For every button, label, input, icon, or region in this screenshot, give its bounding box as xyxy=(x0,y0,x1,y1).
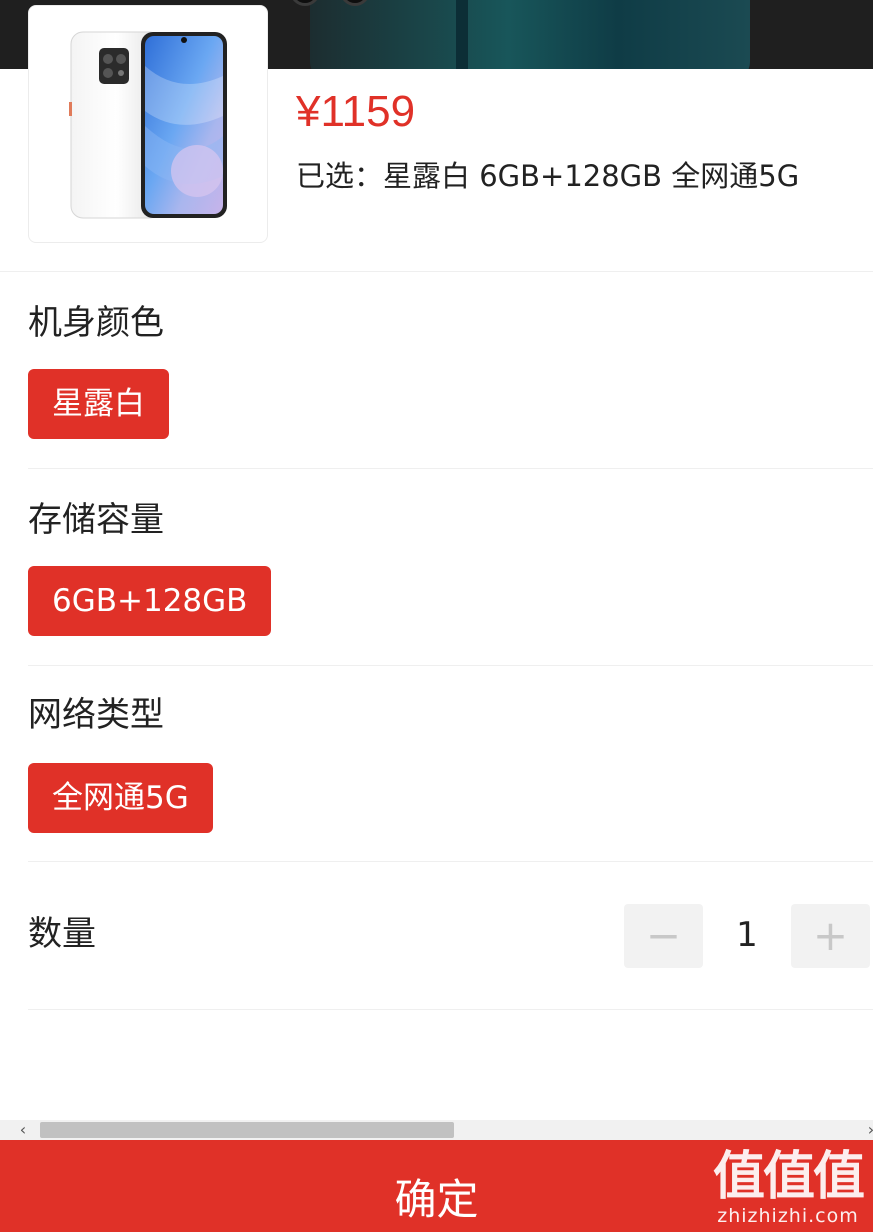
option-network-selected[interactable]: 全网通5G xyxy=(28,763,213,833)
divider xyxy=(28,468,873,469)
phone-image xyxy=(69,31,227,219)
scroll-left-icon[interactable]: ‹ xyxy=(14,1120,32,1140)
watermark: 值值值 zhizhizhi.com xyxy=(712,1147,865,1228)
background-divider xyxy=(456,0,468,69)
divider xyxy=(28,665,873,666)
selected-spec-summary: 已选：星露白 6GB+128GB 全网通5G xyxy=(296,159,800,193)
horizontal-scrollbar[interactable]: ‹ › xyxy=(0,1120,873,1140)
watermark-domain: zhizhizhi.com xyxy=(717,1205,859,1227)
divider xyxy=(0,271,873,272)
spec-title-storage: 存储容量 xyxy=(28,500,164,540)
divider xyxy=(28,861,873,862)
product-thumbnail xyxy=(28,5,268,243)
quantity-increase-button[interactable]: + xyxy=(791,904,870,968)
option-color-selected[interactable]: 星露白 xyxy=(28,369,169,439)
watermark-logo: 值值值 xyxy=(712,1147,865,1207)
quantity-decrease-button[interactable]: − xyxy=(624,904,703,968)
spec-selection-sheet xyxy=(0,69,873,1232)
spec-title-color: 机身颜色 xyxy=(28,303,164,343)
scrollbar-thumb[interactable] xyxy=(40,1122,454,1138)
divider xyxy=(28,1009,873,1010)
background-phone-image xyxy=(290,0,750,69)
product-price: ¥1159 xyxy=(296,87,416,136)
quantity-value[interactable]: 1 xyxy=(703,910,791,960)
option-storage-selected[interactable]: 6GB+128GB xyxy=(28,566,272,636)
camera-icon xyxy=(290,0,320,6)
quantity-label: 数量 xyxy=(28,914,96,954)
spec-title-network: 网络类型 xyxy=(28,695,164,735)
scroll-right-icon[interactable]: › xyxy=(862,1120,873,1140)
camera-icon xyxy=(340,0,370,6)
